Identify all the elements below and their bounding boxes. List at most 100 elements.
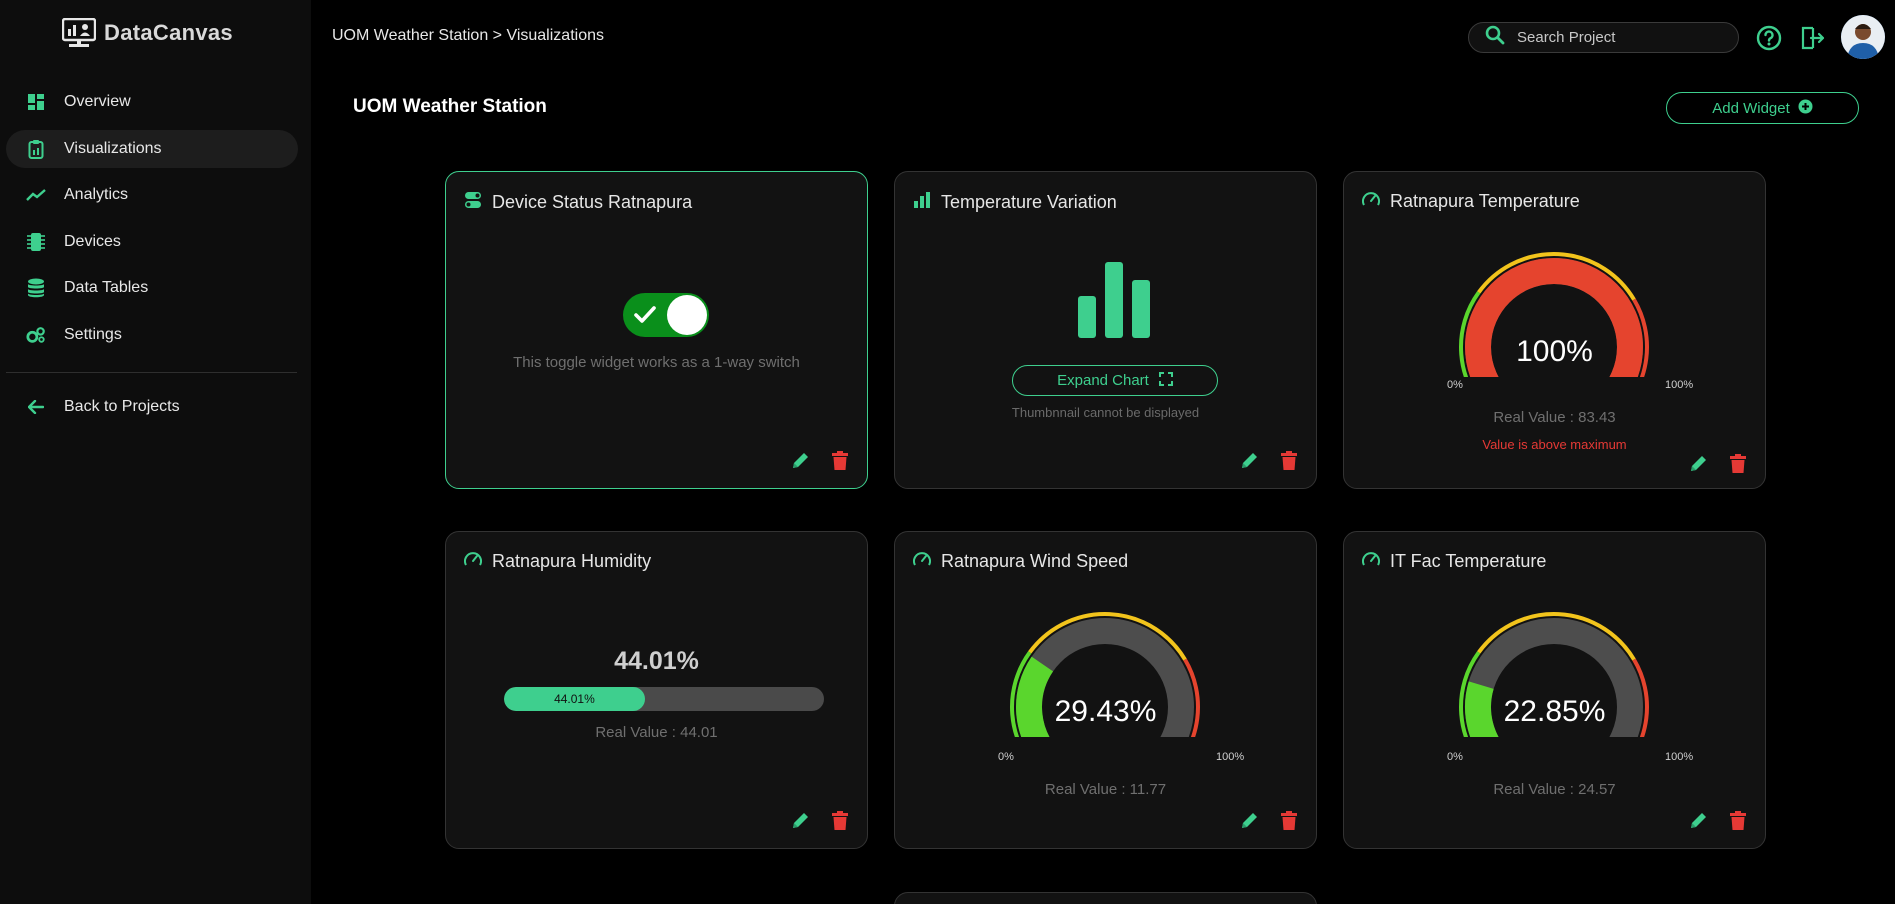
warning-text: Value is above maximum: [1482, 437, 1627, 452]
expand-chart-button[interactable]: Expand Chart: [1012, 365, 1218, 396]
progress-label: 44.01%: [554, 692, 595, 706]
real-value: Real Value : 11.77: [1044, 781, 1167, 798]
chip-icon: [26, 232, 46, 252]
widget-card-it-fac-temperature[interactable]: IT Fac Temperature 22.85% 0% 100% Real V…: [1343, 531, 1766, 849]
toggle-knob: [667, 295, 707, 335]
sidebar-item-label: Overview: [64, 93, 131, 110]
widget-card-ratnapura-wind-speed[interactable]: Ratnapura Wind Speed 29.43% 0% 100% Real…: [894, 531, 1317, 849]
toggle-icon: [464, 191, 482, 214]
widget-header: Ratnapura Wind Speed: [913, 551, 1128, 572]
sidebar-item-overview[interactable]: Overview: [6, 83, 298, 121]
gauge-value: 22.85%: [1503, 695, 1606, 728]
widget-card-temperature-variation[interactable]: Temperature Variation Expand Chart Thumb…: [894, 171, 1317, 489]
edit-pencil-icon[interactable]: [789, 810, 811, 832]
widget-actions: [789, 810, 851, 832]
widget-actions: [1687, 810, 1749, 832]
monitor-logo-icon: [62, 18, 96, 47]
gauge-min-label: 0%: [998, 751, 1014, 763]
sidebar: DataCanvas Overview Visualizations Analy…: [0, 0, 311, 904]
arrow-left-icon: [26, 397, 46, 417]
fullscreen-icon: [1158, 371, 1173, 390]
delete-trash-icon[interactable]: [1278, 810, 1300, 832]
dashboard-icon: [26, 92, 46, 112]
widget-card-ratnapura-humidity[interactable]: Ratnapura Humidity 44.01% 44.01% Real Va…: [445, 531, 868, 849]
humidity-progress-bar: 44.01%: [504, 687, 824, 711]
widget-header: Temperature Variation: [913, 191, 1117, 214]
real-value: Real Value : 44.01: [595, 724, 718, 741]
toggle-note: This toggle widget works as a 1-way swit…: [513, 354, 800, 371]
widget-actions: [1687, 453, 1749, 475]
back-to-projects-container: Back to Projects: [6, 388, 298, 435]
delete-trash-icon[interactable]: [1727, 810, 1749, 832]
user-avatar[interactable]: [1841, 15, 1885, 59]
breadcrumb: UOM Weather Station > Visualizations: [332, 27, 604, 44]
sidebar-item-visualizations[interactable]: Visualizations: [6, 129, 298, 168]
thumbnail-note: Thumbnnail cannot be displayed: [1011, 405, 1200, 420]
add-widget-label: Add Widget: [1712, 99, 1790, 117]
gauge-icon: [1362, 191, 1380, 212]
gauge-max-label: 100%: [1216, 751, 1245, 763]
app-logo[interactable]: DataCanvas: [62, 18, 233, 48]
delete-trash-icon[interactable]: [1727, 453, 1749, 475]
add-widget-button[interactable]: Add Widget: [1666, 92, 1859, 124]
edit-pencil-icon[interactable]: [1238, 810, 1260, 832]
delete-trash-icon[interactable]: [1278, 450, 1300, 472]
delete-trash-icon[interactable]: [829, 810, 851, 832]
back-to-projects-link[interactable]: Back to Projects: [6, 388, 298, 426]
sidebar-item-analytics[interactable]: Analytics: [6, 176, 298, 214]
edit-pencil-icon[interactable]: [1687, 810, 1709, 832]
bar-chart-icon: [913, 191, 931, 214]
gauge-value: 100%: [1516, 335, 1593, 368]
back-to-projects-label: Back to Projects: [64, 398, 180, 415]
widget-title: Temperature Variation: [941, 192, 1117, 212]
help-icon[interactable]: [1755, 24, 1783, 52]
delete-trash-icon[interactable]: [829, 450, 851, 472]
check-icon: [633, 304, 657, 331]
gauge-value: 29.43%: [1054, 695, 1157, 728]
gauge-min-label: 0%: [1447, 379, 1463, 391]
search-box: [1468, 22, 1739, 53]
real-value: Real Value : 83.43: [1493, 409, 1616, 426]
gauge-max-label: 100%: [1665, 751, 1694, 763]
gauge-max-label: 100%: [1665, 379, 1694, 391]
widget-header: Ratnapura Humidity: [464, 551, 651, 572]
edit-pencil-icon[interactable]: [1687, 453, 1709, 475]
widget-header: Device Status Ratnapura: [464, 191, 692, 214]
edit-pencil-icon[interactable]: [1238, 450, 1260, 472]
database-icon: [26, 278, 46, 298]
chart-thumbnail-icon: [1078, 262, 1150, 343]
device-toggle-switch[interactable]: [623, 293, 709, 337]
sidebar-item-label: Devices: [64, 232, 121, 250]
plus-circle-icon: [1798, 99, 1813, 118]
sidebar-item-settings[interactable]: Settings: [6, 316, 298, 354]
widget-header: IT Fac Temperature: [1362, 551, 1546, 572]
search-icon: [1485, 25, 1505, 50]
widget-card-device-status[interactable]: Device Status Ratnapura This toggle widg…: [445, 171, 868, 489]
widget-actions: [789, 450, 851, 472]
sidebar-item-label: Visualizations: [64, 139, 162, 157]
widget-title: Device Status Ratnapura: [492, 192, 693, 212]
sidebar-nav: Overview Visualizations Analytics Device…: [6, 83, 298, 363]
gauge-min-label: 0%: [1447, 751, 1463, 763]
gauge-icon: [913, 551, 931, 572]
app-root: DataCanvas Overview Visualizations Analy…: [0, 0, 1895, 904]
logout-icon[interactable]: [1798, 24, 1826, 52]
sidebar-item-label: Analytics: [64, 186, 129, 204]
sidebar-item-devices[interactable]: Devices: [6, 223, 298, 261]
widget-card-partial[interactable]: [894, 892, 1317, 904]
widget-title: Ratnapura Wind Speed: [941, 551, 1129, 571]
sidebar-item-data-tables[interactable]: Data Tables: [6, 269, 298, 307]
widget-title: Ratnapura Temperature: [1390, 191, 1580, 211]
gauge-icon: [1362, 551, 1380, 572]
search-input[interactable]: [1517, 29, 1717, 46]
real-value: Real Value : 24.57: [1493, 781, 1616, 798]
app-name: DataCanvas: [104, 20, 233, 45]
widget-actions: [1238, 450, 1300, 472]
widget-card-ratnapura-temperature[interactable]: Ratnapura Temperature 100% 0% 100% Real …: [1343, 171, 1766, 489]
expand-chart-label: Expand Chart: [1057, 372, 1149, 389]
progress-fill: 44.01%: [504, 687, 645, 711]
humidity-value: 44.01%: [614, 647, 699, 675]
gauge-icon: [464, 551, 482, 572]
edit-pencil-icon[interactable]: [789, 450, 811, 472]
widget-title: IT Fac Temperature: [1390, 551, 1547, 571]
